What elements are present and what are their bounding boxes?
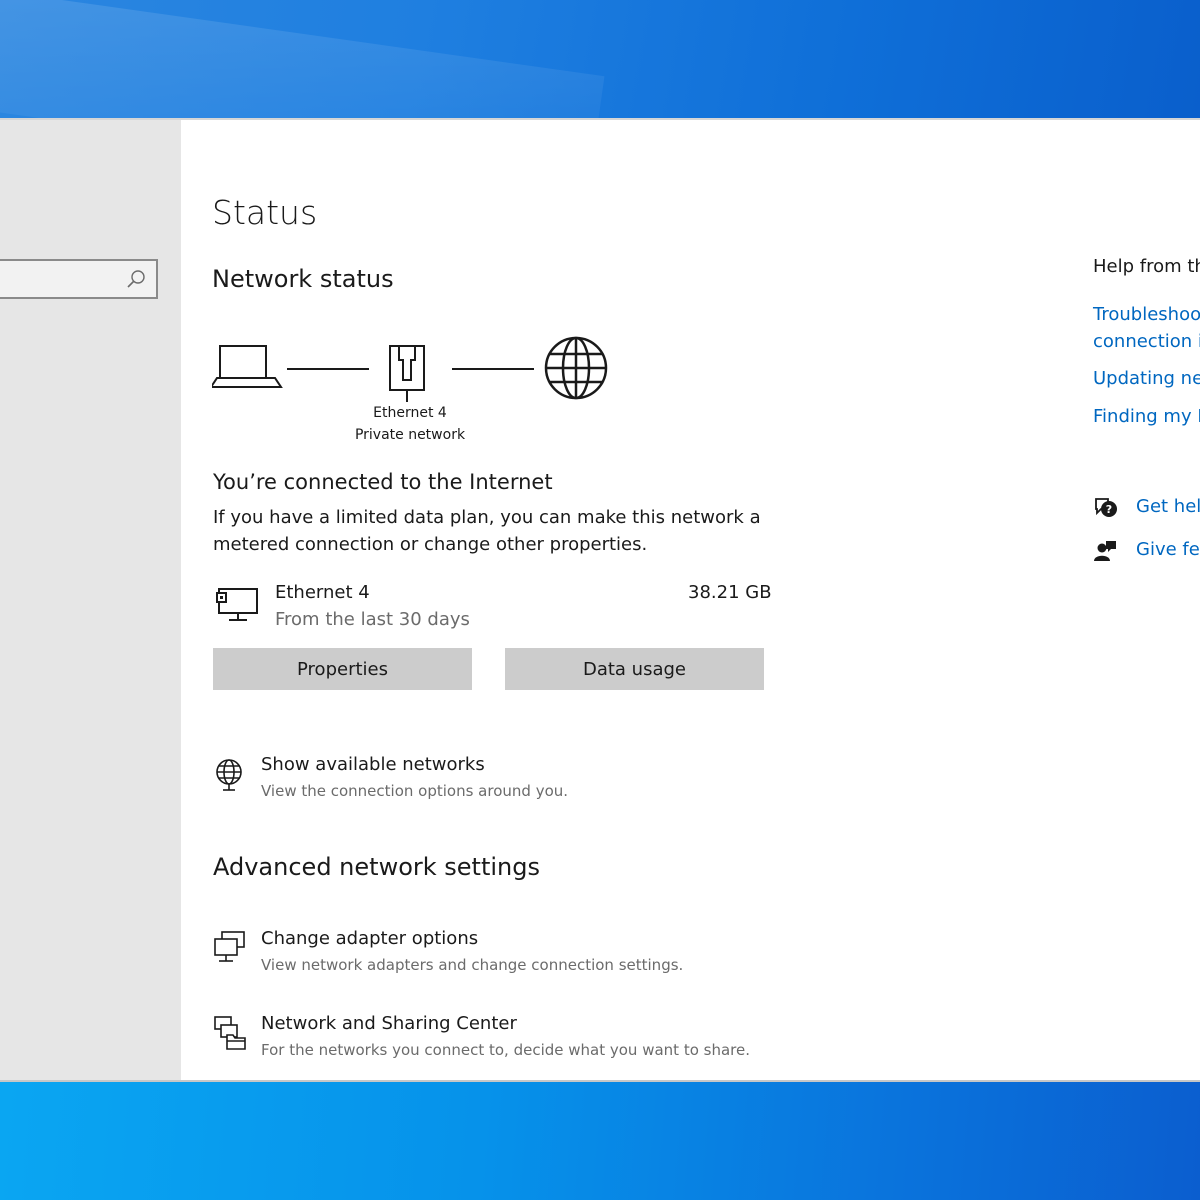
sidebar	[0, 120, 181, 1080]
desktop-wallpaper-bottom	[0, 1082, 1200, 1200]
globe-icon	[544, 336, 608, 400]
ethernet-port-icon	[389, 345, 425, 402]
ethernet-monitor-icon	[216, 588, 258, 621]
show-networks-desc: View the connection options around you.	[261, 782, 569, 800]
network-type-caption: Private network	[354, 427, 466, 443]
connected-desc-line1: If you have a limited data plan, you can…	[213, 507, 761, 528]
properties-button[interactable]: Properties	[213, 648, 472, 690]
laptop-icon	[212, 345, 283, 388]
connected-title: You’re connected to the Internet	[213, 470, 553, 494]
change-adapter-title: Change adapter options	[261, 928, 479, 949]
advanced-network-heading: Advanced network settings	[213, 853, 540, 881]
help-link-finding[interactable]: Finding my I	[1093, 406, 1200, 427]
search-icon	[127, 270, 145, 288]
adapter-name-caption: Ethernet 4	[373, 405, 447, 421]
help-heading: Help from th	[1093, 256, 1200, 277]
settings-window: Status Network status Ethernet 4 Private…	[0, 118, 1200, 1082]
show-available-networks-link[interactable]: Show available networks View the connect…	[213, 754, 773, 810]
connected-desc-line2: metered connection or change other prope…	[213, 534, 648, 555]
help-link-updating[interactable]: Updating ne	[1093, 368, 1200, 389]
sharing-center-icon	[214, 1016, 246, 1050]
sharing-center-title: Network and Sharing Center	[261, 1013, 517, 1034]
get-help-icon: ?	[1095, 498, 1117, 517]
network-sharing-center-link[interactable]: Network and Sharing Center For the netwo…	[213, 1013, 813, 1069]
network-diagram	[212, 336, 608, 402]
page-title: Status	[212, 193, 318, 232]
give-feedback-icon	[1094, 541, 1116, 561]
change-adapter-options-link[interactable]: Change adapter options View network adap…	[213, 928, 773, 984]
help-link-connection[interactable]: connection i	[1093, 331, 1200, 352]
usage-adapter-name: Ethernet 4	[275, 582, 370, 603]
main-content: Status Network status Ethernet 4 Private…	[182, 120, 1200, 1080]
adapter-monitors-icon	[214, 931, 245, 962]
search-input[interactable]	[0, 259, 158, 299]
data-usage-button[interactable]: Data usage	[505, 648, 764, 690]
svg-text:?: ?	[1106, 503, 1112, 516]
usage-amount: 38.21 GB	[688, 582, 772, 603]
desktop-wallpaper-top	[0, 0, 1200, 118]
change-adapter-desc: View network adapters and change connect…	[261, 956, 684, 974]
help-link-troubleshoot[interactable]: Troubleshoo	[1093, 304, 1200, 325]
show-networks-title: Show available networks	[261, 754, 485, 775]
network-globe-icon	[216, 759, 242, 791]
give-feedback-link[interactable]: Give fe	[1136, 539, 1200, 560]
sharing-center-desc: For the networks you connect to, decide …	[261, 1041, 750, 1059]
usage-period: From the last 30 days	[275, 609, 470, 630]
get-help-link[interactable]: Get hel	[1136, 496, 1200, 517]
network-status-heading: Network status	[212, 265, 394, 293]
